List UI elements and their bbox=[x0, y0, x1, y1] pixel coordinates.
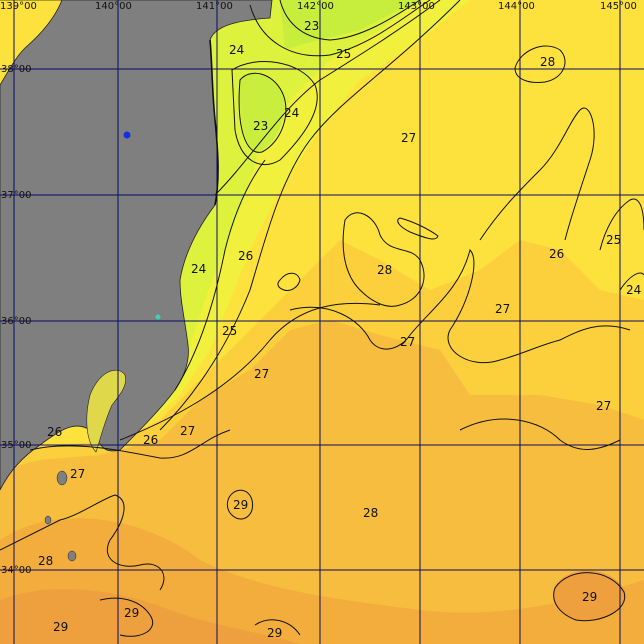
contour-label: 24 bbox=[626, 283, 641, 297]
island-small-2 bbox=[44, 515, 52, 525]
lon-tick-140: 140°00 bbox=[95, 1, 132, 12]
lat-tick-36: 36°00 bbox=[1, 316, 31, 327]
sst-map-svg: 139°00 140°00 141°00 142°00 143°00 144°0… bbox=[0, 0, 644, 644]
contour-label: 26 bbox=[549, 247, 564, 261]
lat-tick-37: 37°00 bbox=[1, 190, 31, 201]
contour-label: 23 bbox=[304, 19, 319, 33]
lon-tick-142: 142°00 bbox=[297, 1, 334, 12]
contour-label: 26 bbox=[143, 433, 158, 447]
contour-label: 27 bbox=[254, 367, 269, 381]
lon-tick-141: 141°00 bbox=[196, 1, 233, 12]
lon-tick-144: 144°00 bbox=[498, 1, 535, 12]
island-small-1 bbox=[67, 550, 77, 562]
contour-label: 29 bbox=[53, 620, 68, 634]
contour-label: 27 bbox=[400, 335, 415, 349]
sst-map: 139°00 140°00 141°00 142°00 143°00 144°0… bbox=[0, 0, 644, 644]
location-marker-small bbox=[155, 314, 161, 320]
contour-label: 28 bbox=[377, 263, 392, 277]
location-marker bbox=[123, 131, 131, 139]
contour-label-27-coast: 27 bbox=[70, 467, 85, 481]
contour-label: 26 bbox=[238, 249, 253, 263]
lon-tick-143: 143°00 bbox=[398, 1, 435, 12]
contour-label: 29 bbox=[267, 626, 282, 640]
lon-tick-139: 139°00 bbox=[0, 1, 37, 12]
contour-label: 27 bbox=[495, 302, 510, 316]
contour-label: 28 bbox=[540, 55, 555, 69]
contour-label: 29 bbox=[124, 606, 139, 620]
contour-label: 24 bbox=[284, 106, 299, 120]
contour-label: 27 bbox=[596, 399, 611, 413]
contour-label: 25 bbox=[606, 233, 621, 247]
contour-label: 29 bbox=[233, 498, 248, 512]
contour-label: 25 bbox=[222, 324, 237, 338]
contour-label: 27 bbox=[180, 424, 195, 438]
contour-label: 26 bbox=[47, 425, 62, 439]
contour-label: 27 bbox=[401, 131, 416, 145]
lat-tick-35: 35°00 bbox=[1, 440, 31, 451]
island-oshima bbox=[56, 470, 68, 486]
lon-tick-145: 145°00 bbox=[600, 1, 637, 12]
lat-tick-38: 38°00 bbox=[1, 64, 31, 75]
lat-tick-34: 34°00 bbox=[1, 565, 31, 576]
contour-label: 28 bbox=[38, 554, 53, 568]
contour-label: 23 bbox=[253, 119, 268, 133]
contour-label-29-east: 29 bbox=[582, 590, 597, 604]
contour-label: 24 bbox=[191, 262, 206, 276]
contour-label: 28 bbox=[363, 506, 378, 520]
contour-label: 24 bbox=[229, 43, 244, 57]
contour-label: 25 bbox=[336, 47, 351, 61]
